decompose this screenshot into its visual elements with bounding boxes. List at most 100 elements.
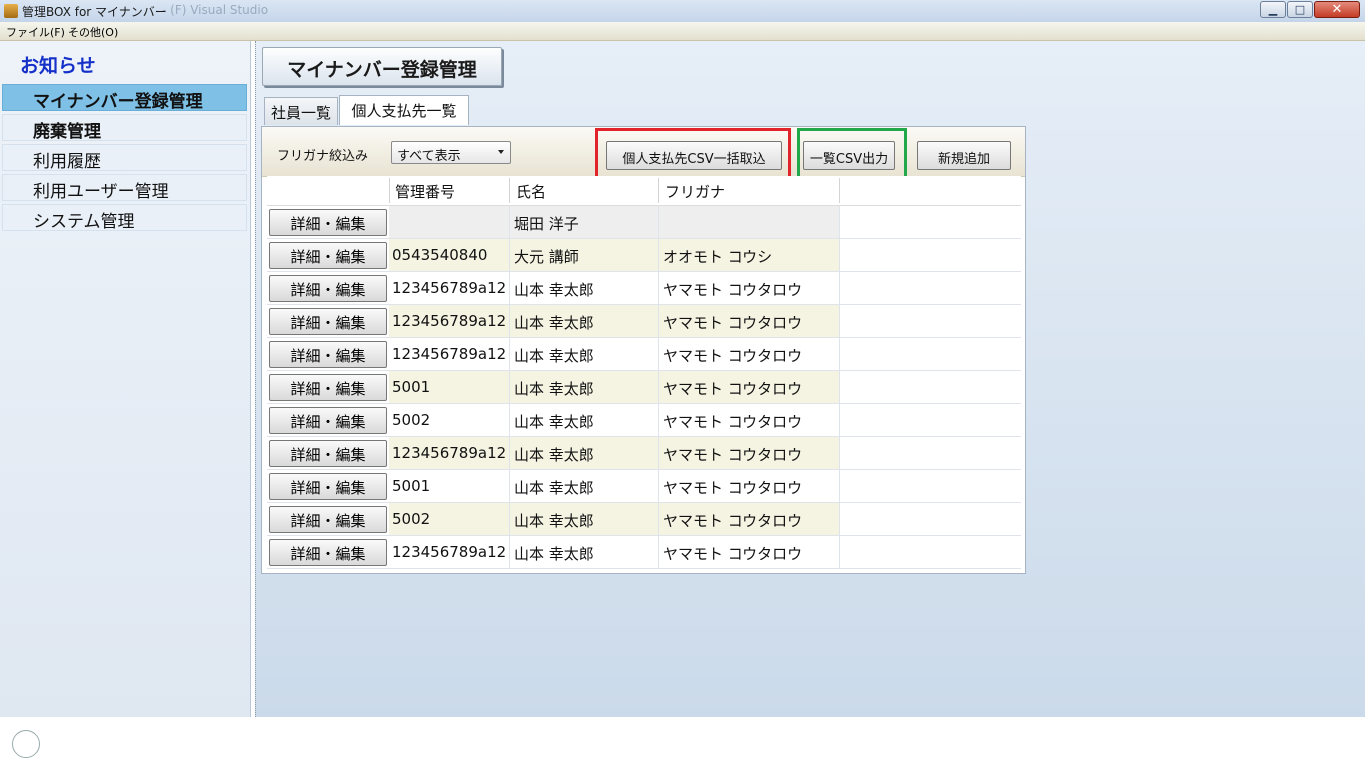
table-row[interactable]: 詳細・編集 5002 山本 幸太郎 ヤマモト コウタロウ bbox=[267, 503, 1021, 536]
sidebar-item-label: 利用履歴 bbox=[33, 152, 101, 172]
cell-id[interactable]: 123456789a12 bbox=[392, 279, 506, 297]
add-new-button[interactable]: 新規追加 bbox=[917, 141, 1011, 170]
row-cells: 123456789a12 山本 幸太郎 ヤマモト コウタロウ bbox=[389, 437, 840, 469]
window-title: 管理BOX for マイナンバー bbox=[22, 5, 167, 19]
menu-bar: ファイル(F) その他(O) bbox=[0, 22, 1365, 41]
cell-separator bbox=[509, 239, 510, 271]
cell-name[interactable]: 堀田 洋子 bbox=[514, 213, 654, 234]
column-header-name[interactable]: 氏名 bbox=[516, 181, 546, 202]
cell-kana[interactable]: ヤマモト コウタロウ bbox=[663, 345, 833, 366]
kana-filter-select[interactable]: すべて表示 bbox=[391, 141, 511, 164]
cell-id[interactable]: 5001 bbox=[392, 477, 506, 495]
table-row[interactable]: 詳細・編集 堀田 洋子 bbox=[267, 206, 1021, 239]
cell-id[interactable]: 5002 bbox=[392, 411, 506, 429]
cell-kana[interactable]: ヤマモト コウタロウ bbox=[663, 411, 833, 432]
edit-detail-button[interactable]: 詳細・編集 bbox=[269, 440, 387, 467]
row-cells: 5001 山本 幸太郎 ヤマモト コウタロウ bbox=[389, 371, 840, 403]
table-row[interactable]: 詳細・編集 5001 山本 幸太郎 ヤマモト コウタロウ bbox=[267, 371, 1021, 404]
tab-label: 個人支払先一覧 bbox=[351, 102, 457, 120]
cell-kana[interactable]: オオモト コウシ bbox=[663, 246, 833, 267]
sidebar-item-history[interactable]: 利用履歴 bbox=[2, 144, 247, 172]
button-label: 詳細・編集 bbox=[290, 281, 366, 299]
minimize-button[interactable]: ▁ bbox=[1260, 1, 1286, 18]
cell-name[interactable]: 大元 講師 bbox=[514, 246, 654, 267]
button-label: 詳細・編集 bbox=[290, 380, 366, 398]
maximize-button[interactable]: □ bbox=[1287, 1, 1313, 18]
cell-id[interactable]: 0543540840 bbox=[392, 246, 506, 264]
row-cells: 0543540840 大元 講師 オオモト コウシ bbox=[389, 239, 840, 271]
edit-detail-button[interactable]: 詳細・編集 bbox=[269, 506, 387, 533]
main-area: マイナンバー登録管理 社員一覧 個人支払先一覧 フリガナ絞込み すべて表示 個人… bbox=[255, 41, 1365, 717]
title-bar: 管理BOX for マイナンバー - (F) Visual Studio ▁ □… bbox=[0, 0, 1365, 23]
edit-detail-button[interactable]: 詳細・編集 bbox=[269, 473, 387, 500]
cell-separator bbox=[658, 470, 659, 502]
edit-detail-button[interactable]: 詳細・編集 bbox=[269, 341, 387, 368]
cell-kana[interactable]: ヤマモト コウタロウ bbox=[663, 312, 833, 333]
cell-name[interactable]: 山本 幸太郎 bbox=[514, 444, 654, 465]
sidebar-item-label: 利用ユーザー管理 bbox=[33, 182, 169, 202]
cell-name[interactable]: 山本 幸太郎 bbox=[514, 345, 654, 366]
cell-separator bbox=[509, 338, 510, 370]
table-row[interactable]: 詳細・編集 5002 山本 幸太郎 ヤマモト コウタロウ bbox=[267, 404, 1021, 437]
cell-kana[interactable]: ヤマモト コウタロウ bbox=[663, 543, 833, 564]
column-header-kana[interactable]: フリガナ bbox=[665, 181, 725, 202]
cell-kana[interactable]: ヤマモト コウタロウ bbox=[663, 444, 833, 465]
cell-separator bbox=[509, 437, 510, 469]
table-row[interactable]: 詳細・編集 0543540840 大元 講師 オオモト コウシ bbox=[267, 239, 1021, 272]
column-header-id[interactable]: 管理番号 bbox=[395, 181, 455, 202]
cell-id[interactable]: 123456789a12 bbox=[392, 312, 506, 330]
sidebar-item-disposal[interactable]: 廃棄管理 bbox=[2, 114, 247, 142]
cell-name[interactable]: 山本 幸太郎 bbox=[514, 378, 654, 399]
cell-separator bbox=[658, 305, 659, 337]
cell-kana[interactable]: ヤマモト コウタロウ bbox=[663, 378, 833, 399]
close-button[interactable]: ✕ bbox=[1314, 1, 1360, 18]
cell-id[interactable]: 123456789a12 bbox=[392, 543, 506, 561]
edit-detail-button[interactable]: 詳細・編集 bbox=[269, 209, 387, 236]
import-highlight-box bbox=[595, 128, 791, 179]
cell-id[interactable]: 5001 bbox=[392, 378, 506, 396]
row-cells: 123456789a12 山本 幸太郎 ヤマモト コウタロウ bbox=[389, 305, 840, 337]
cell-separator bbox=[509, 305, 510, 337]
cell-name[interactable]: 山本 幸太郎 bbox=[514, 411, 654, 432]
edit-detail-button[interactable]: 詳細・編集 bbox=[269, 374, 387, 401]
sidebar-item-mynumber[interactable]: マイナンバー登録管理 bbox=[2, 84, 247, 112]
cell-name[interactable]: 山本 幸太郎 bbox=[514, 477, 654, 498]
cell-kana[interactable]: ヤマモト コウタロウ bbox=[663, 279, 833, 300]
tab-individual-payees[interactable]: 個人支払先一覧 bbox=[339, 95, 469, 125]
sidebar-item-system[interactable]: システム管理 bbox=[2, 204, 247, 232]
table-row[interactable]: 詳細・編集 123456789a12 山本 幸太郎 ヤマモト コウタロウ bbox=[267, 338, 1021, 371]
cell-id[interactable]: 123456789a12 bbox=[392, 444, 506, 462]
tab-employees[interactable]: 社員一覧 bbox=[264, 97, 338, 125]
cell-name[interactable]: 山本 幸太郎 bbox=[514, 312, 654, 333]
table-row[interactable]: 詳細・編集 123456789a12 山本 幸太郎 ヤマモト コウタロウ bbox=[267, 305, 1021, 338]
cell-name[interactable]: 山本 幸太郎 bbox=[514, 543, 654, 564]
table-row[interactable]: 詳細・編集 123456789a12 山本 幸太郎 ヤマモト コウタロウ bbox=[267, 437, 1021, 470]
sidebar-item-users[interactable]: 利用ユーザー管理 bbox=[2, 174, 247, 202]
table-row[interactable]: 詳細・編集 5001 山本 幸太郎 ヤマモト コウタロウ bbox=[267, 470, 1021, 503]
cell-separator bbox=[658, 437, 659, 469]
cell-name[interactable]: 山本 幸太郎 bbox=[514, 279, 654, 300]
menu-file[interactable]: ファイル(F) bbox=[6, 24, 65, 40]
table-row[interactable]: 詳細・編集 123456789a12 山本 幸太郎 ヤマモト コウタロウ bbox=[267, 272, 1021, 305]
sidebar-item-label: マイナンバー登録管理 bbox=[33, 92, 203, 112]
close-icon: ✕ bbox=[1331, 2, 1343, 17]
cell-id[interactable]: 5002 bbox=[392, 510, 506, 528]
button-label: 詳細・編集 bbox=[290, 347, 366, 365]
edit-detail-button[interactable]: 詳細・編集 bbox=[269, 275, 387, 302]
edit-detail-button[interactable]: 詳細・編集 bbox=[269, 539, 387, 566]
cell-id[interactable]: 123456789a12 bbox=[392, 345, 506, 363]
cell-name[interactable]: 山本 幸太郎 bbox=[514, 510, 654, 531]
edit-detail-button[interactable]: 詳細・編集 bbox=[269, 407, 387, 434]
cell-separator bbox=[658, 338, 659, 370]
grid-header: 管理番号 氏名 フリガナ bbox=[267, 176, 1021, 206]
cell-kana[interactable]: ヤマモト コウタロウ bbox=[663, 477, 833, 498]
menu-other[interactable]: その他(O) bbox=[68, 24, 118, 40]
sidebar-notice-link[interactable]: お知らせ bbox=[20, 51, 96, 78]
edit-detail-button[interactable]: 詳細・編集 bbox=[269, 308, 387, 335]
cell-separator bbox=[658, 239, 659, 271]
table-row[interactable]: 詳細・編集 123456789a12 山本 幸太郎 ヤマモト コウタロウ bbox=[267, 536, 1021, 569]
edit-detail-button[interactable]: 詳細・編集 bbox=[269, 242, 387, 269]
page-title-text: マイナンバー登録管理 bbox=[287, 59, 477, 81]
maximize-icon: □ bbox=[1294, 3, 1306, 16]
cell-kana[interactable]: ヤマモト コウタロウ bbox=[663, 510, 833, 531]
